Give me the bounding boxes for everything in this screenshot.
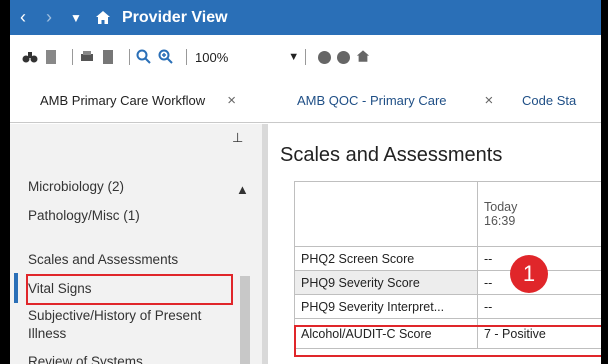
step-badge: 1 (510, 255, 548, 293)
toolbar-divider (305, 49, 307, 65)
sidebar-item-microbiology[interactable]: Microbiology (2) (28, 172, 238, 201)
document-icon[interactable] (44, 49, 60, 65)
zoom-level[interactable]: 100% (195, 50, 228, 65)
close-icon[interactable]: × (227, 92, 236, 109)
chevron-left-icon[interactable]: ‹ (10, 7, 36, 28)
row-value: -- (484, 299, 493, 314)
title-bar: ‹ › ▼ Provider View (10, 0, 601, 35)
tab-code-status[interactable]: Code Sta (508, 79, 576, 122)
document-icon[interactable] (101, 49, 117, 65)
selection-indicator (14, 273, 18, 303)
binoculars-icon[interactable] (22, 49, 38, 65)
tab-bar: AMB Primary Care Workflow × AMB QOC - Pr… (10, 79, 601, 123)
highlight-box (294, 325, 601, 357)
sidebar-list: Microbiology (2) Pathology/Misc (1) Scal… (14, 172, 238, 364)
pin-icon[interactable]: ⊥ (232, 130, 243, 146)
page-title: Provider View (122, 8, 228, 26)
zoom-out-icon[interactable] (136, 49, 152, 65)
toolbar: 100% ▼ (10, 35, 601, 79)
tab-label: AMB QOC - Primary Care (297, 93, 447, 108)
app-window: ‹ › ▼ Provider View 100% ▼ AMB Primary C… (10, 0, 601, 364)
zoom-in-icon[interactable] (158, 49, 174, 65)
caret-down-icon[interactable]: ▼ (288, 51, 299, 63)
circle-icon[interactable] (337, 50, 351, 64)
sidebar-item-review-of-systems[interactable]: Review of Systems (28, 347, 238, 364)
close-icon[interactable]: × (485, 92, 494, 109)
results-table: Today 16:39 PHQ2 Screen Score -- PHQ9 Se… (294, 181, 601, 349)
toolbar-divider (129, 49, 130, 65)
toolbar-divider (72, 49, 73, 65)
sidebar: ⊥ ▲ Microbiology (2) Pathology/Misc (1) … (10, 124, 262, 364)
row-label: PHQ2 Screen Score (295, 247, 478, 270)
table-row[interactable]: PHQ9 Severity Interpret... -- (295, 295, 601, 319)
tab-label: AMB Primary Care Workflow (40, 93, 206, 108)
caret-down-icon[interactable]: ▼ (62, 11, 90, 25)
main-content: Scales and Assessments Today 16:39 PHQ2 … (268, 124, 601, 364)
tab-label: Code Sta (522, 93, 577, 108)
tab-amb-qoc-primary-care[interactable]: AMB QOC - Primary Care × (275, 79, 508, 122)
column-day: Today (484, 200, 518, 214)
sidebar-item-pathology[interactable]: Pathology/Misc (1) (28, 201, 238, 230)
circle-icon[interactable] (318, 50, 332, 64)
tab-amb-primary-care-workflow[interactable]: AMB Primary Care Workflow × (10, 79, 275, 122)
toolbar-divider (186, 49, 187, 65)
row-label: PHQ9 Severity Interpret... (295, 295, 478, 318)
section-title: Scales and Assessments (280, 144, 503, 166)
table-header-label (295, 182, 478, 246)
table-row[interactable]: PHQ9 Severity Score -- (295, 271, 601, 295)
home-icon[interactable] (90, 10, 116, 25)
sidebar-item-scales-and-assessments[interactable]: Scales and Assessments (28, 245, 238, 274)
home-icon[interactable] (356, 49, 372, 65)
chevron-right-icon[interactable]: › (36, 7, 62, 28)
highlight-box (26, 274, 233, 305)
scrollbar[interactable] (240, 276, 250, 364)
sidebar-item-subjective-history[interactable]: Subjective/History of Present Illness (28, 303, 238, 347)
column-time: 16:39 (484, 214, 516, 228)
column-header[interactable]: Today 16:39 (478, 182, 601, 246)
table-header-row: Today 16:39 (295, 182, 601, 247)
row-label: PHQ9 Severity Score (295, 271, 478, 294)
table-row[interactable]: PHQ2 Screen Score -- (295, 247, 601, 271)
print-icon[interactable] (79, 49, 95, 65)
